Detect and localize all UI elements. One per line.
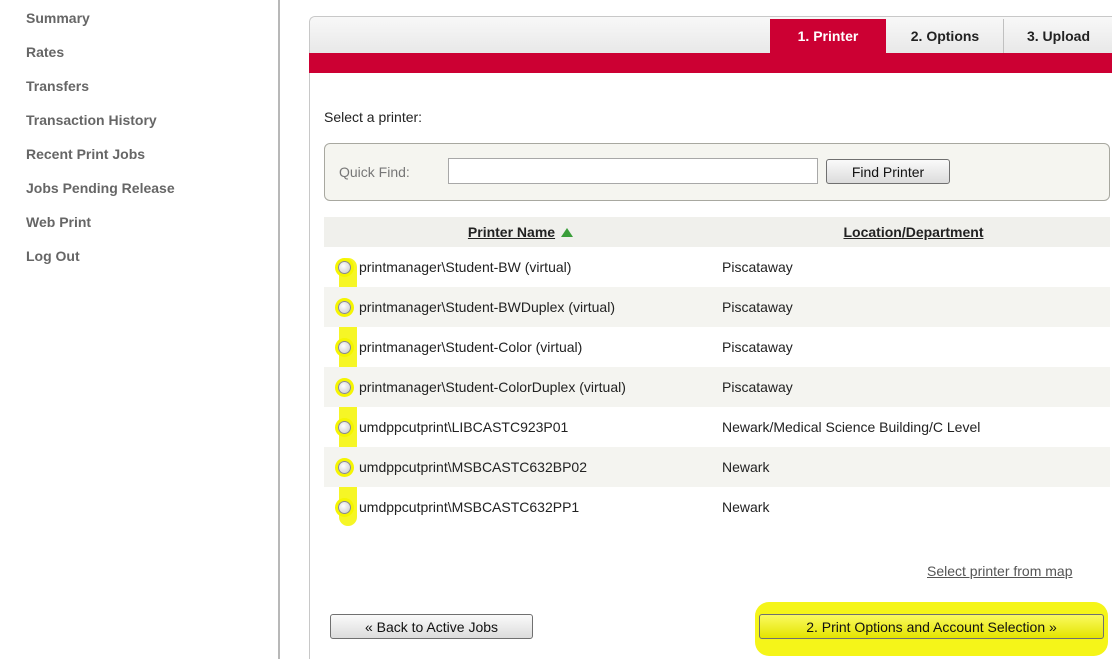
printer-name-header[interactable]: Printer Name — [324, 217, 717, 247]
printer-radio-button[interactable] — [338, 461, 351, 474]
table-row[interactable]: umdppcutprint\MSBCASTC632PP1 Newark — [324, 487, 1110, 527]
location-header-label[interactable]: Location/Department — [843, 224, 983, 240]
sidebar-item-transaction-history[interactable]: Transaction History — [26, 110, 175, 144]
sidebar-divider — [278, 0, 280, 659]
printer-radio-button[interactable] — [338, 421, 351, 434]
table-row[interactable]: printmanager\Student-BW (virtual) Piscat… — [324, 247, 1110, 287]
web-print-panel: 1. Printer 2. Options 3. Upload Select a… — [309, 16, 1112, 659]
tab-upload[interactable]: 3. Upload — [1004, 19, 1112, 53]
sidebar-menu: Summary Rates Transfers Transaction Hist… — [26, 10, 175, 280]
printer-location: Newark — [717, 447, 1110, 487]
step-tab-bar: 1. Printer 2. Options 3. Upload — [310, 17, 1112, 53]
printer-name: printmanager\Student-BW (virtual) — [359, 259, 572, 275]
printer-location: Newark — [722, 499, 770, 515]
printer-name-header-label[interactable]: Printer Name — [468, 224, 555, 240]
sidebar-item-rates[interactable]: Rates — [26, 42, 175, 76]
table-row[interactable]: printmanager\Student-BWDuplex (virtual) … — [324, 287, 1110, 327]
select-printer-label: Select a printer: — [324, 109, 423, 125]
printer-table: Printer Name Location/Department printma… — [324, 217, 1110, 527]
quick-find-input[interactable] — [448, 158, 818, 184]
select-printer-from-map-link[interactable]: Select printer from map — [927, 563, 1073, 579]
sidebar-item-jobs-pending-release[interactable]: Jobs Pending Release — [26, 178, 175, 212]
table-row[interactable]: printmanager\Student-ColorDuplex (virtua… — [324, 367, 1110, 407]
location-header[interactable]: Location/Department — [717, 217, 1110, 247]
printer-radio-button[interactable] — [338, 381, 351, 394]
sidebar-item-log-out[interactable]: Log Out — [26, 246, 175, 280]
sidebar-item-summary[interactable]: Summary — [26, 8, 175, 42]
print-options-next-button[interactable]: 2. Print Options and Account Selection » — [759, 614, 1104, 639]
printer-name: umdppcutprint\MSBCASTC632BP02 — [359, 459, 587, 475]
printer-location: Newark/Medical Science Building/C Level — [722, 419, 981, 435]
table-row[interactable]: umdppcutprint\LIBCASTC923P01 Newark/Medi… — [324, 407, 1110, 447]
printer-location: Piscataway — [717, 367, 1110, 407]
tab-options[interactable]: 2. Options — [887, 19, 1003, 53]
printer-location: Piscataway — [717, 287, 1110, 327]
printer-name: printmanager\Student-ColorDuplex (virtua… — [359, 379, 626, 395]
back-to-active-jobs-button[interactable]: « Back to Active Jobs — [330, 614, 533, 639]
sidebar-item-transfers[interactable]: Transfers — [26, 76, 175, 110]
printer-name: printmanager\Student-BWDuplex (virtual) — [359, 299, 615, 315]
quick-find-label: Quick Find: — [339, 164, 410, 180]
printer-radio-button[interactable] — [338, 501, 351, 514]
find-printer-button[interactable]: Find Printer — [826, 159, 950, 184]
printer-name: umdppcutprint\MSBCASTC632PP1 — [359, 499, 580, 515]
sidebar-item-web-print[interactable]: Web Print — [26, 212, 175, 246]
printer-location: Piscataway — [722, 339, 793, 355]
printer-radio-button[interactable] — [338, 261, 351, 274]
table-row[interactable]: printmanager\Student-Color (virtual) Pis… — [324, 327, 1110, 367]
table-row[interactable]: umdppcutprint\MSBCASTC632BP02 Newark — [324, 447, 1110, 487]
printer-name: umdppcutprint\LIBCASTC923P01 — [359, 419, 569, 435]
printer-location: Piscataway — [722, 259, 793, 275]
printer-name: printmanager\Student-Color (virtual) — [359, 339, 583, 355]
accent-bar — [309, 53, 1112, 73]
printer-radio-button[interactable] — [338, 341, 351, 354]
sidebar-item-recent-print-jobs[interactable]: Recent Print Jobs — [26, 144, 175, 178]
quick-find-box: Quick Find: Find Printer — [324, 143, 1110, 201]
tab-printer[interactable]: 1. Printer — [770, 19, 886, 53]
sidebar-nav: Summary Rates Transfers Transaction Hist… — [0, 0, 280, 659]
table-header-row: Printer Name Location/Department — [324, 217, 1110, 247]
printer-radio-button[interactable] — [338, 301, 351, 314]
sort-ascending-icon — [561, 228, 574, 237]
